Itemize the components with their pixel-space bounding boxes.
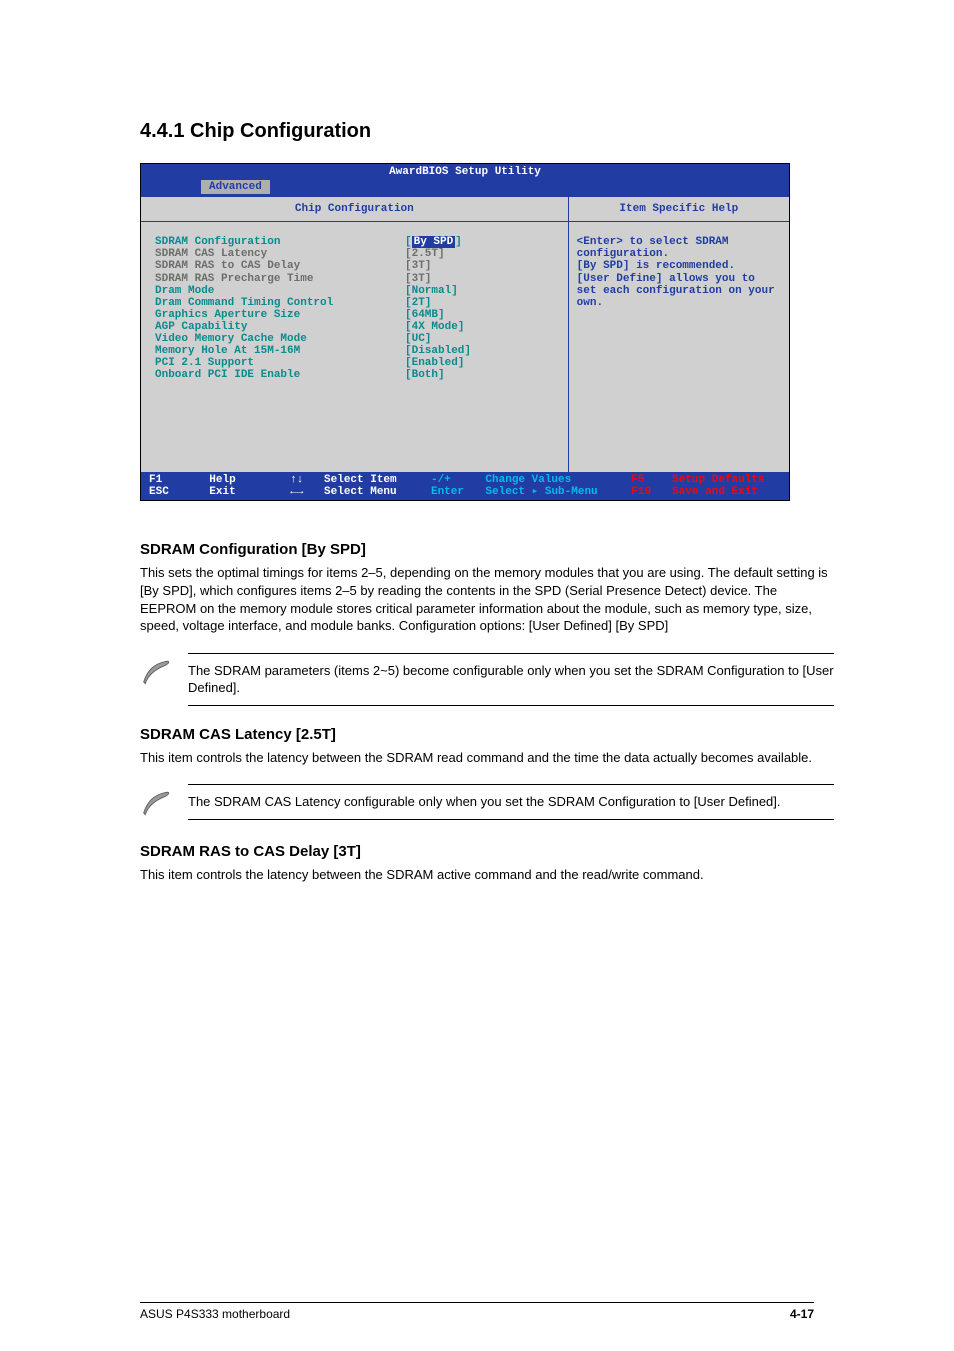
bios-setting-value: [3T] bbox=[405, 273, 431, 285]
bios-setting-row[interactable]: SDRAM Configuration[By SPD] bbox=[155, 236, 558, 248]
bios-screenshot: AwardBIOS Setup Utility Advanced Chip Co… bbox=[140, 163, 790, 501]
sdram-config-body: This sets the optimal timings for items … bbox=[140, 564, 834, 634]
bios-setting-value: [3T] bbox=[405, 260, 431, 272]
bios-col-right-header: Item Specific Help bbox=[569, 197, 789, 221]
bios-setting-label: Video Memory Cache Mode bbox=[155, 333, 405, 345]
bios-setting-row[interactable]: SDRAM CAS Latency[2.5T] bbox=[155, 248, 558, 260]
bios-setting-row[interactable]: Onboard PCI IDE Enable[Both] bbox=[155, 369, 558, 381]
bios-setting-value: [2.5T] bbox=[405, 248, 445, 260]
bios-tabrow: Advanced bbox=[141, 180, 789, 196]
bios-setting-value: [4X Mode] bbox=[405, 321, 464, 333]
page-heading: 4.4.1 Chip Configuration bbox=[140, 120, 834, 143]
help-label: Help bbox=[209, 474, 269, 486]
f5-key: F5 bbox=[631, 474, 672, 486]
bios-setting-row[interactable]: SDRAM RAS to CAS Delay[3T] bbox=[155, 260, 558, 272]
bios-setting-label: AGP Capability bbox=[155, 321, 405, 333]
leftright-icon: ←→ bbox=[270, 486, 324, 498]
page-footer: ASUS P4S333 motherboard 4-17 bbox=[140, 1302, 814, 1321]
save-exit-label: Save and Exit bbox=[672, 486, 781, 498]
help-line: [User Define] allows you to set each con… bbox=[577, 273, 781, 309]
select-menu-label: Select Menu bbox=[324, 486, 431, 498]
bios-setting-label: SDRAM RAS Precharge Time bbox=[155, 273, 405, 285]
ras-cas-title: SDRAM RAS to CAS Delay [3T] bbox=[140, 843, 834, 860]
bios-setting-value: [2T] bbox=[405, 297, 431, 309]
bios-setting-row[interactable]: Video Memory Cache Mode[UC] bbox=[155, 333, 558, 345]
exit-label: Exit bbox=[209, 486, 269, 498]
bios-setting-label: Dram Mode bbox=[155, 285, 405, 297]
bios-help-panel: <Enter> to select SDRAM configuration.[B… bbox=[569, 222, 789, 472]
note-1-text: The SDRAM parameters (items 2~5) become … bbox=[188, 653, 834, 706]
bios-setting-row[interactable]: SDRAM RAS Precharge Time[3T] bbox=[155, 273, 558, 285]
bios-setting-label: PCI 2.1 Support bbox=[155, 357, 405, 369]
sdram-config-title: SDRAM Configuration [By SPD] bbox=[140, 541, 834, 558]
select-item-label: Select Item bbox=[324, 474, 431, 486]
bios-setting-row[interactable]: Dram Command Timing Control[2T] bbox=[155, 297, 558, 309]
bios-footer: F1 ESC Help Exit ↑↓ ←→ Select Item Selec… bbox=[141, 472, 789, 500]
note-block-1: The SDRAM parameters (items 2~5) become … bbox=[140, 653, 834, 706]
bios-tab-advanced[interactable]: Advanced bbox=[201, 180, 270, 194]
bios-setting-row[interactable]: Dram Mode[Normal] bbox=[155, 285, 558, 297]
esc-key: ESC bbox=[149, 486, 181, 498]
bios-setting-row[interactable]: AGP Capability[4X Mode] bbox=[155, 321, 558, 333]
bios-setting-row[interactable]: Memory Hole At 15M-16M[Disabled] bbox=[155, 345, 558, 357]
bios-setting-row[interactable]: PCI 2.1 Support[Enabled] bbox=[155, 357, 558, 369]
note-icon bbox=[140, 788, 174, 823]
bios-setting-label: Dram Command Timing Control bbox=[155, 297, 405, 309]
setup-defaults-label: Setup Defaults bbox=[672, 474, 781, 486]
bios-setting-value: [64MB] bbox=[405, 309, 445, 321]
bios-setting-value: [By SPD] bbox=[405, 236, 462, 248]
bios-setting-row[interactable]: Graphics Aperture Size[64MB] bbox=[155, 309, 558, 321]
bios-setting-label: SDRAM Configuration bbox=[155, 236, 405, 248]
bios-setting-value: [Normal] bbox=[405, 285, 458, 297]
f10-key: F10 bbox=[631, 486, 672, 498]
plusminus-key: -/+ bbox=[431, 474, 485, 486]
select-submenu-label: Select ▸ Sub-Menu bbox=[485, 486, 631, 498]
note-icon bbox=[140, 657, 174, 692]
bios-setting-value: [Disabled] bbox=[405, 345, 471, 357]
bios-setting-value: [Enabled] bbox=[405, 357, 464, 369]
footer-left: ASUS P4S333 motherboard bbox=[140, 1307, 290, 1321]
bios-setting-label: SDRAM CAS Latency bbox=[155, 248, 405, 260]
cas-latency-title: SDRAM CAS Latency [2.5T] bbox=[140, 726, 834, 743]
bios-setting-label: SDRAM RAS to CAS Delay bbox=[155, 260, 405, 272]
bios-setting-label: Memory Hole At 15M-16M bbox=[155, 345, 405, 357]
help-line: [By SPD] is recommended. bbox=[577, 260, 781, 272]
bios-setting-value: [Both] bbox=[405, 369, 445, 381]
bios-title: AwardBIOS Setup Utility bbox=[141, 164, 789, 180]
bios-setting-label: Graphics Aperture Size bbox=[155, 309, 405, 321]
bios-col-left-header: Chip Configuration bbox=[141, 197, 569, 221]
bios-settings-list: SDRAM Configuration[By SPD]SDRAM CAS Lat… bbox=[141, 222, 569, 472]
bios-setting-value: [UC] bbox=[405, 333, 431, 345]
bios-column-headers: Chip Configuration Item Specific Help bbox=[141, 196, 789, 222]
change-values-label: Change Values bbox=[485, 474, 631, 486]
cas-latency-body: This item controls the latency between t… bbox=[140, 749, 834, 767]
updown-icon: ↑↓ bbox=[270, 474, 324, 486]
note-2-text: The SDRAM CAS Latency configurable only … bbox=[188, 784, 834, 820]
ras-cas-body: This item controls the latency between t… bbox=[140, 866, 834, 884]
bios-setting-label: Onboard PCI IDE Enable bbox=[155, 369, 405, 381]
footer-right: 4-17 bbox=[790, 1307, 814, 1321]
f1-key: F1 bbox=[149, 474, 181, 486]
enter-key: Enter bbox=[431, 486, 485, 498]
help-line: <Enter> to select SDRAM configuration. bbox=[577, 236, 781, 260]
note-block-2: The SDRAM CAS Latency configurable only … bbox=[140, 784, 834, 823]
